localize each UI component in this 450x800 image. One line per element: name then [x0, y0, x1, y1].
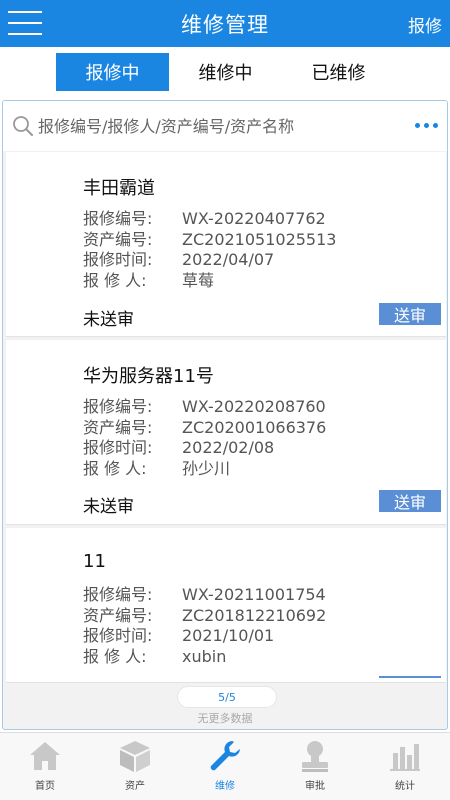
asset-no-value: ZC2021051025513: [182, 229, 337, 249]
reporter-label: 报 修 人:: [83, 270, 147, 290]
report-repair-button[interactable]: 报修: [408, 12, 442, 37]
repair-no-value: WX-20220208760: [182, 397, 326, 416]
repair-time-value: 2022/02/08: [182, 438, 275, 457]
home-icon: [30, 742, 60, 770]
asset-name: 丰田霸道: [83, 178, 155, 199]
tab-repaired[interactable]: 已维修: [282, 53, 395, 91]
repair-time-label: 报修时间:: [83, 438, 153, 457]
card-fields: 报修编号: WX-20220208760 资产编号: ZC202001066376 …: [83, 397, 326, 479]
status-text: 未送审: [83, 310, 134, 330]
asset-no-label: 资产编号:: [83, 605, 153, 625]
repair-card[interactable]: 华为服务器11号 报修编号: WX-20220208760 资产编号: ZC2020…: [6, 340, 446, 525]
submit-review-button[interactable]: 送审: [379, 303, 441, 325]
bar-chart-icon: [390, 744, 420, 771]
tab-repairing[interactable]: 维修中: [169, 53, 282, 91]
wrench-icon: [210, 741, 240, 771]
search-icon: [13, 116, 33, 136]
card-fields: 报修编号: WX-20220407762 资产编号: ZC2021051025513…: [83, 209, 336, 291]
page-title: 维修管理: [181, 12, 269, 37]
repair-list-panel: 丰田霸道 报修编号: WX-20220407762 资产编号: ZC20210510…: [2, 100, 448, 730]
user-stamp-icon: [302, 741, 328, 772]
nav-item-approval[interactable]: 审批: [270, 733, 360, 800]
repair-time-value: 2021/10/01: [182, 626, 275, 645]
top-bar: 维修管理 报修: [0, 0, 450, 47]
more-options-icon[interactable]: [415, 123, 438, 128]
asset-name: 11: [83, 551, 106, 572]
reporter-value: 草莓: [182, 270, 215, 290]
nav-label: 首页: [35, 781, 55, 792]
page-indicator: 5/5: [177, 686, 277, 708]
nav-item-home[interactable]: 首页: [0, 733, 90, 800]
nav-label: 维修: [215, 781, 235, 792]
submit-review-button[interactable]: 送审: [379, 490, 441, 512]
nav-label: 统计: [395, 781, 415, 792]
status-text: 未送审: [83, 497, 134, 517]
asset-name: 华为服务器11号: [83, 366, 214, 387]
nav-label: 审批: [305, 781, 325, 792]
reporter-label: 报 修 人:: [83, 646, 147, 666]
repair-card[interactable]: 丰田霸道 报修编号: WX-20220407762 资产编号: ZC20210510…: [6, 152, 446, 337]
partial-button-edge: [379, 676, 441, 678]
search-input[interactable]: [38, 116, 398, 136]
repair-no-value: WX-20220407762: [182, 209, 326, 228]
status-tabs: 报修中 维修中 已维修: [56, 53, 395, 91]
repair-no-label: 报修编号:: [83, 209, 153, 228]
tab-reporting[interactable]: 报修中: [56, 53, 169, 91]
reporter-value: xubin: [182, 646, 227, 666]
bottom-nav: 首页 资产 维修 审批 统计: [0, 732, 450, 800]
repair-time-label: 报修时间:: [83, 626, 153, 645]
nav-label: 资产: [125, 781, 145, 792]
reporter-value: 孙少川: [182, 458, 231, 478]
search-bar: [3, 101, 447, 151]
nav-item-assets[interactable]: 资产: [90, 733, 180, 800]
no-more-data-text: 无更多数据: [197, 712, 253, 725]
asset-no-value: ZC202001066376: [182, 417, 327, 437]
repair-time-value: 2022/04/07: [182, 250, 275, 269]
repair-time-label: 报修时间:: [83, 250, 153, 269]
repair-card[interactable]: 11 报修编号: WX-20211001754 资产编号: ZC2018122106…: [6, 528, 446, 683]
repair-no-label: 报修编号:: [83, 585, 153, 604]
nav-item-repair[interactable]: 维修: [180, 733, 270, 800]
nav-item-statistics[interactable]: 统计: [360, 733, 450, 800]
repair-no-label: 报修编号:: [83, 397, 153, 416]
menu-icon[interactable]: [8, 9, 42, 37]
box-icon: [120, 741, 150, 772]
asset-no-label: 资产编号:: [83, 229, 153, 249]
asset-no-value: ZC201812210692: [182, 605, 327, 625]
card-fields: 报修编号: WX-20211001754 资产编号: ZC201812210692 …: [83, 585, 326, 667]
reporter-label: 报 修 人:: [83, 458, 147, 478]
asset-no-label: 资产编号:: [83, 417, 153, 437]
repair-no-value: WX-20211001754: [182, 585, 326, 604]
